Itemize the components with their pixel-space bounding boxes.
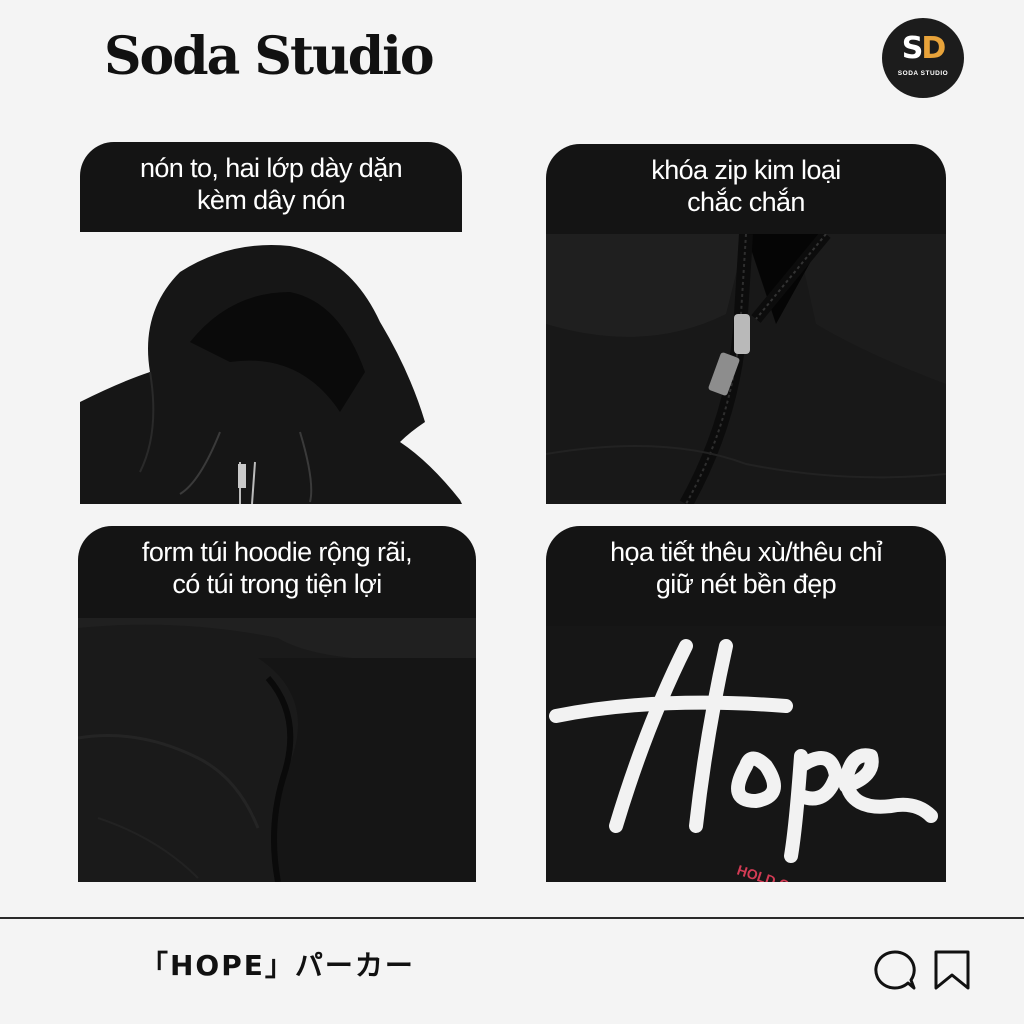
brand-logo[interactable]: SD SODA STUDIO: [882, 18, 964, 98]
feature-label: khóa zip kim loại chắc chắn: [651, 155, 841, 217]
footer-divider: [0, 917, 1024, 919]
feature-card-pocket: form túi hoodie rộng rãi, có túi trong t…: [78, 526, 476, 882]
feature-card-zipper: khóa zip kim loại chắc chắn: [546, 144, 946, 504]
embroidery-photo: HOLD ON: [546, 626, 946, 882]
bookmark-icon[interactable]: [930, 948, 974, 992]
feature-label: form túi hoodie rộng rãi, có túi trong t…: [141, 537, 413, 599]
comment-icon[interactable]: [872, 948, 918, 992]
feature-label: họa tiết thêu xù/thêu chỉ giữ nét bền đẹ…: [610, 537, 882, 599]
pocket-photo: [78, 618, 476, 882]
feature-card-hood: nón to, hai lớp dày dặn kèm dây nón: [80, 142, 462, 504]
feature-label: nón to, hai lớp dày dặn kèm dây nón: [139, 153, 403, 215]
feature-card-embroidery: họa tiết thêu xù/thêu chỉ giữ nét bền đẹ…: [546, 526, 946, 882]
zipper-photo: [546, 234, 946, 504]
logo-mark-s: S: [901, 31, 924, 66]
logo-caption: SODA STUDIO: [897, 70, 949, 77]
hood-photo: [80, 232, 462, 504]
product-name: 「HOPE」パーカー: [140, 949, 415, 982]
brand-title: Soda Studio: [104, 26, 435, 87]
logo-mark-d: D: [921, 31, 946, 66]
